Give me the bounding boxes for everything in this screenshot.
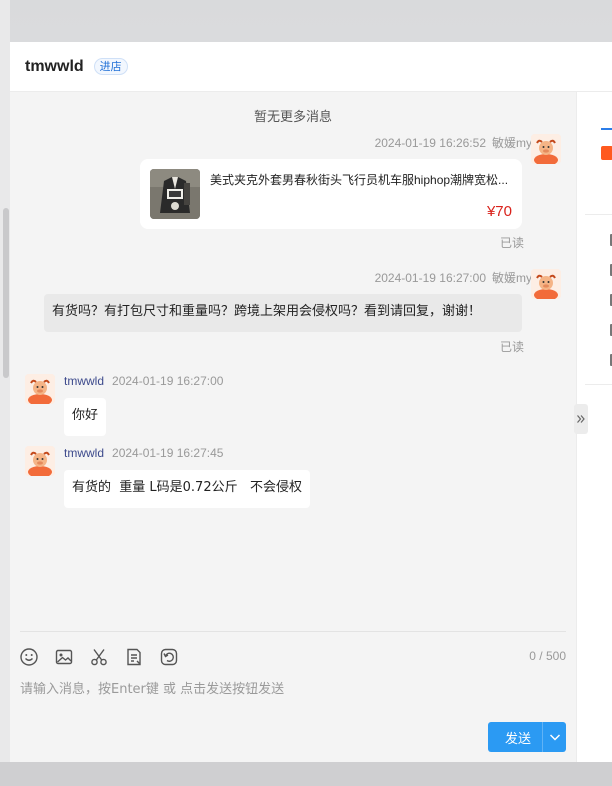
side-divider bbox=[585, 384, 612, 385]
enter-shop-button[interactable]: 进店 bbox=[93, 58, 128, 75]
message-input[interactable] bbox=[20, 678, 566, 758]
send-button[interactable]: 发送 bbox=[488, 728, 542, 747]
cow-avatar-icon bbox=[531, 269, 561, 299]
background-scrollbar bbox=[3, 208, 9, 378]
avatar[interactable] bbox=[25, 374, 55, 404]
scissors-icon[interactable] bbox=[88, 646, 110, 668]
chat-window: tmwwld 进店 暂无更多消息 2024-01-19 16:26:52 敏媛my bbox=[10, 42, 612, 762]
no-more-messages: 暂无更多消息 bbox=[253, 110, 332, 125]
message-sender: 敏媛my bbox=[492, 271, 532, 285]
product-title: 美式夹克外套男春秋街头飞行员机车服hiphop潮牌宽松... bbox=[210, 173, 509, 187]
message-bubble: 有货的 重量 L码是0.72公斤 不会侵权 bbox=[64, 470, 310, 508]
avatar[interactable] bbox=[531, 269, 561, 299]
side-tab-indicator bbox=[601, 128, 612, 130]
message-sender: 敏媛my bbox=[492, 136, 532, 150]
shop-name: tmwwld bbox=[25, 57, 84, 75]
avatar[interactable] bbox=[25, 446, 55, 476]
product-price: ¥70 bbox=[486, 203, 512, 220]
message-meta: tmwwld 2024-01-19 16:27:00 bbox=[64, 374, 223, 388]
send-button-group: 发送 bbox=[488, 722, 566, 752]
double-chevron-right-icon bbox=[577, 415, 585, 423]
message-time: 2024-01-19 16:27:00 bbox=[374, 271, 486, 285]
read-status: 已读 bbox=[499, 340, 524, 354]
jacket-image-icon bbox=[150, 169, 200, 219]
message-time: 2024-01-19 16:26:52 bbox=[374, 136, 486, 150]
product-card[interactable]: 美式夹克外套男春秋街头飞行员机车服hiphop潮牌宽松... ¥70 bbox=[140, 159, 522, 229]
character-counter: 0 / 500 bbox=[529, 649, 566, 663]
message-area[interactable]: 暂无更多消息 2024-01-19 16:26:52 敏媛my 美式夹克外套男春… bbox=[10, 92, 576, 762]
product-thumbnail bbox=[150, 169, 200, 219]
message-meta: 2024-01-19 16:26:52 敏媛my bbox=[375, 134, 532, 151]
collapse-panel-handle[interactable] bbox=[574, 404, 588, 434]
message-meta: 2024-01-19 16:27:00 敏媛my bbox=[375, 269, 532, 286]
message-sender: tmwwld bbox=[64, 446, 105, 460]
composer-toolbar bbox=[18, 646, 193, 668]
send-options-button[interactable] bbox=[543, 731, 566, 743]
composer-divider bbox=[20, 631, 566, 632]
avatar[interactable] bbox=[531, 134, 561, 164]
cow-avatar-icon bbox=[25, 446, 55, 476]
chevron-down-icon bbox=[549, 734, 560, 741]
chat-header: tmwwld 进店 bbox=[10, 42, 612, 92]
cow-avatar-icon bbox=[531, 134, 561, 164]
history-icon[interactable] bbox=[158, 646, 180, 668]
read-status: 已读 bbox=[499, 236, 524, 250]
background-page bbox=[0, 0, 10, 786]
side-divider bbox=[585, 214, 612, 215]
message-sender: tmwwld bbox=[64, 374, 105, 388]
image-icon[interactable] bbox=[53, 646, 75, 668]
order-icon[interactable] bbox=[123, 646, 145, 668]
message-bubble: 有货吗？有打包尺寸和重量吗？跨境上架用会侵权吗？看到请回复，谢谢！ bbox=[44, 294, 522, 332]
cow-avatar-icon bbox=[25, 374, 55, 404]
side-tag-badge bbox=[601, 146, 612, 160]
background-footer bbox=[0, 762, 612, 786]
message-bubble: 你好 bbox=[64, 398, 107, 436]
message-time: 2024-01-19 16:27:00 bbox=[112, 374, 224, 388]
message-meta: tmwwld 2024-01-19 16:27:45 bbox=[64, 446, 223, 460]
message-time: 2024-01-19 16:27:45 bbox=[112, 446, 224, 460]
emoji-icon[interactable] bbox=[18, 646, 40, 668]
